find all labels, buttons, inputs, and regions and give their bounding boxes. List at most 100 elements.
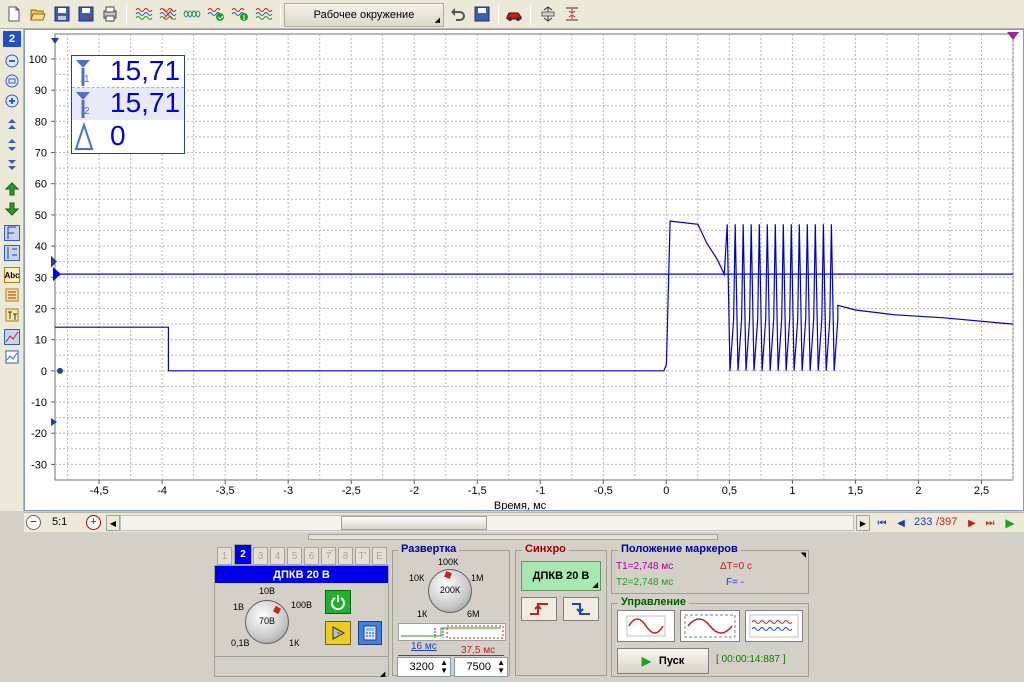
channel-tab[interactable]: E bbox=[372, 547, 387, 565]
recorder-mode-button[interactable] bbox=[745, 610, 803, 642]
shift-down-icon[interactable] bbox=[4, 157, 20, 173]
waveform-multi-icon[interactable] bbox=[134, 4, 154, 24]
zoom-out-icon[interactable] bbox=[4, 53, 20, 69]
power-icon bbox=[331, 595, 345, 610]
y-tick-label: -30 bbox=[31, 459, 47, 471]
waveform-compare-icon[interactable] bbox=[182, 4, 202, 24]
falling-edge-button[interactable] bbox=[563, 597, 599, 621]
math-button[interactable] bbox=[325, 621, 351, 645]
control-panel bbox=[0, 532, 1024, 682]
sweep-preview[interactable] bbox=[398, 623, 506, 641]
y-tick-label: 50 bbox=[35, 210, 47, 222]
sweep-box: Развертка 100К 10К 1М 1К 6М 200К 16 мс 3… bbox=[392, 543, 510, 677]
single-mode-button[interactable] bbox=[617, 610, 675, 642]
ruler-tool-icon[interactable] bbox=[4, 287, 20, 303]
zoom-in-button[interactable]: + bbox=[86, 515, 101, 530]
sync-source-button[interactable]: ДПКВ 20 В ◢ bbox=[521, 561, 601, 591]
graph-tool-icon[interactable] bbox=[4, 329, 20, 345]
rising-edge-button[interactable] bbox=[521, 597, 557, 621]
volt-dial-label: 100В bbox=[291, 600, 313, 610]
sweep-rate-input[interactable]: 7500 ▲ ▼ bbox=[454, 657, 508, 677]
calculator-button[interactable] bbox=[358, 621, 382, 645]
recorder-wave-icon bbox=[749, 614, 799, 638]
sweep-dial-label: 1М bbox=[471, 573, 484, 583]
start-button[interactable]: ▶ Пуск bbox=[617, 648, 709, 674]
channel-tab[interactable]: 8 bbox=[338, 547, 353, 565]
marker-delta-t: ΔT=0 с bbox=[720, 561, 752, 572]
marker-t1-tool-icon[interactable] bbox=[4, 225, 20, 241]
continuous-mode-button[interactable] bbox=[680, 610, 740, 642]
channel-tab[interactable]: 2 bbox=[234, 544, 252, 565]
fit-center-icon[interactable] bbox=[562, 4, 582, 24]
channel-tab[interactable]: 6 bbox=[304, 547, 319, 565]
fit-vertical-icon[interactable] bbox=[538, 4, 558, 24]
waveform-options-icon[interactable] bbox=[254, 4, 274, 24]
sweep-points-input[interactable]: 3200 ▲ ▼ bbox=[397, 657, 451, 677]
channel-tab[interactable]: 1 bbox=[217, 547, 232, 565]
x-tick-label: 0 bbox=[663, 485, 669, 497]
dropdown-arrow-icon: ◥ bbox=[800, 552, 806, 559]
sync-box: Синхро ДПКВ 20 В ◢ bbox=[515, 543, 607, 676]
sweep-dial-label: 10К bbox=[409, 573, 425, 583]
falling-edge-icon bbox=[572, 603, 590, 615]
workspace-dropdown[interactable]: Рабочее окружение ◢ bbox=[284, 3, 444, 27]
waveform-one-icon[interactable] bbox=[230, 4, 250, 24]
undo-icon[interactable] bbox=[448, 4, 468, 24]
marker-t2-tool-icon[interactable] bbox=[4, 245, 20, 261]
car-icon[interactable] bbox=[504, 4, 524, 24]
channel-tab[interactable]: 4 bbox=[270, 547, 285, 565]
arrow-up-green-icon[interactable] bbox=[4, 181, 20, 197]
shift-center-icon[interactable] bbox=[4, 137, 20, 153]
scroll-right-icon[interactable]: ▶ bbox=[856, 515, 870, 531]
oscilloscope-plot[interactable]: 100 90 80 70 60 50 40 30 20 10 0 -10 -20 -30 -4,5 -4 -3,… bbox=[24, 29, 1024, 511]
print-icon[interactable] bbox=[100, 4, 120, 24]
marker-delta-value: 0 bbox=[110, 120, 126, 151]
marker-readout-box: 1 15,71 2 15,71 0 bbox=[71, 55, 185, 154]
channel-tab[interactable]: 7̅ bbox=[321, 547, 336, 565]
panel-splitter[interactable] bbox=[308, 534, 718, 540]
channel-tab[interactable]: T' bbox=[355, 547, 370, 565]
save-layout-icon[interactable] bbox=[472, 4, 492, 24]
scroll-track[interactable] bbox=[120, 515, 854, 531]
next-frame-icon[interactable]: ▶ bbox=[966, 515, 978, 531]
control-title: Управление bbox=[618, 596, 690, 608]
sweep-knob[interactable]: 200К bbox=[428, 569, 472, 613]
sweep-dial-label: 1К bbox=[417, 609, 428, 619]
save-icon[interactable] bbox=[52, 4, 72, 24]
shift-up-icon[interactable] bbox=[4, 117, 20, 133]
zoom-reset-icon[interactable] bbox=[4, 73, 20, 89]
sweep-dial-label: 100К bbox=[438, 557, 459, 567]
volt-dial-label: 1В bbox=[233, 602, 245, 612]
first-frame-icon[interactable]: ⏮ bbox=[874, 515, 890, 531]
open-folder-icon[interactable] bbox=[28, 4, 48, 24]
waveform-cross-icon[interactable] bbox=[158, 4, 178, 24]
x-tick-label: 1 bbox=[789, 485, 795, 497]
graph-alt-tool-icon[interactable] bbox=[4, 349, 20, 365]
zoom-in-icon[interactable] bbox=[4, 93, 20, 109]
channel-badge[interactable]: 2 bbox=[3, 31, 21, 47]
left-toolbar: 2 Abc bbox=[0, 29, 24, 511]
text-tt-tool-icon[interactable] bbox=[4, 307, 20, 323]
spinner-icon[interactable]: ▲ ▼ bbox=[440, 659, 448, 675]
spinner-icon[interactable]: ▲ ▼ bbox=[497, 659, 505, 675]
x-tick-label: 2,5 bbox=[974, 485, 989, 497]
channel-tab[interactable]: 3 bbox=[253, 547, 268, 565]
play-icon[interactable]: ▶ bbox=[1002, 515, 1018, 531]
power-button[interactable] bbox=[325, 590, 351, 614]
arrow-down-green-icon[interactable] bbox=[4, 201, 20, 217]
scroll-left-icon[interactable]: ◀ bbox=[106, 515, 120, 531]
new-file-icon[interactable] bbox=[4, 4, 24, 24]
last-frame-icon[interactable]: ⏭ bbox=[982, 515, 998, 531]
prev-frame-icon[interactable]: ◀ bbox=[894, 515, 908, 531]
volt-knob[interactable]: 70В bbox=[245, 600, 289, 644]
volt-dial-label: 1К bbox=[289, 638, 300, 648]
delta-icon bbox=[74, 121, 94, 155]
waveform-check-icon[interactable] bbox=[206, 4, 226, 24]
zoom-out-button[interactable]: − bbox=[26, 515, 41, 530]
text-label-tool[interactable]: Abc bbox=[4, 267, 20, 283]
channel-tab[interactable]: 5 bbox=[287, 547, 302, 565]
x-tick-label: -2 bbox=[409, 485, 419, 497]
workspace-label: Рабочее окружение bbox=[313, 9, 415, 21]
scroll-thumb[interactable] bbox=[341, 516, 487, 530]
save-as-icon[interactable] bbox=[76, 4, 96, 24]
